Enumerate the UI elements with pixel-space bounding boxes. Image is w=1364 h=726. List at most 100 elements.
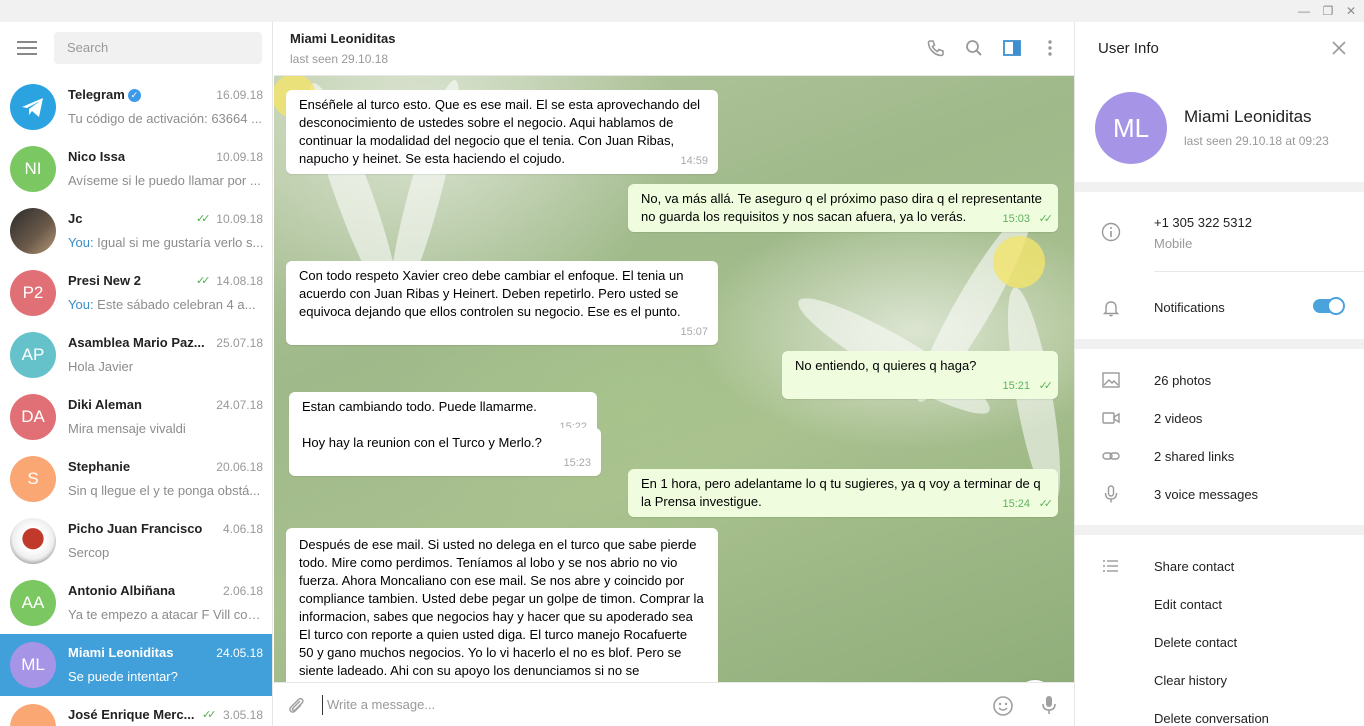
chat-name: Nico Issa [68, 149, 126, 164]
you-label: You: [68, 297, 94, 312]
divider [1075, 339, 1364, 349]
chat-date: 2.06.18 [222, 584, 263, 598]
chat-item[interactable]: AP Asamblea Mario Paz... 25.07.18 Hola J… [0, 324, 272, 386]
phone-number[interactable]: +1 305 322 5312 [1154, 215, 1252, 230]
edit-contact-button[interactable]: Edit contact [1154, 597, 1222, 612]
chat-preview: Sin q llegue el y te ponga obstá... [68, 483, 261, 498]
chat-name: Antonio Albiñana [68, 583, 176, 598]
restore-button[interactable]: ❐ [1320, 3, 1336, 19]
message-time: 15:24 [1002, 498, 1030, 510]
list-icon [1103, 560, 1118, 572]
avatar: AA [10, 580, 56, 626]
search-input[interactable]: Search [54, 32, 262, 64]
outgoing-message[interactable]: No entiendo, q quieres q haga? 15:21 ✓✓ [782, 351, 1058, 399]
chat-item[interactable]: Telegram ✓ 16.09.18 Tu código de activaci… [0, 76, 272, 138]
chat-item[interactable]: DA Diki Aleman 24.07.18 Mira mensaje viv… [0, 386, 272, 448]
outgoing-message[interactable]: En 1 hora, pero adelantame lo q tu sugie… [628, 469, 1058, 517]
microphone-icon[interactable] [1039, 694, 1059, 716]
attach-icon[interactable] [286, 695, 306, 715]
chat-name: Stephanie [68, 459, 131, 474]
double-check-icon: ✓✓ [196, 275, 211, 287]
chat-date: 4.06.18 [222, 522, 263, 536]
outgoing-message[interactable]: No, va más allá. Te aseguro q el próximo… [628, 184, 1058, 232]
chat-date: 10.09.18 [216, 212, 263, 226]
more-options-icon[interactable] [1040, 38, 1060, 58]
incoming-message[interactable]: Después de ese mail. Si usted no delega … [286, 528, 718, 682]
chat-item-active[interactable]: ML Miami Leoniditas 24.05.18 Se puede in… [0, 634, 272, 696]
profile-avatar[interactable]: ML [1095, 92, 1167, 164]
incoming-message[interactable]: Hoy hay la reunion con el Turco y Merlo.… [289, 428, 601, 476]
incoming-message[interactable]: Enséñele al turco esto. Que es ese mail.… [286, 90, 718, 174]
message-list[interactable]: Enséñele al turco esto. Que es ese mail.… [274, 76, 1074, 682]
window-titlebar: — ❐ ✕ [0, 0, 1364, 22]
message-time: 15:07 [680, 326, 708, 338]
chat-item[interactable]: S Stephanie 20.06.18 Sin q llegue el y t… [0, 448, 272, 510]
chat-date: 25.07.18 [216, 336, 263, 350]
chat-item[interactable]: José Enrique Merc... ✓✓ 3.05.18 [0, 696, 272, 726]
chat-preview: Sercop [68, 545, 110, 560]
panel-title: User Info [1098, 40, 1159, 57]
microphone-icon [1104, 485, 1118, 503]
voice-messages-link[interactable]: 3 voice messages [1154, 487, 1258, 502]
notifications-toggle[interactable] [1313, 297, 1345, 315]
double-check-icon: ✓✓ [1038, 498, 1054, 510]
chat-date: 3.05.18 [222, 708, 263, 722]
you-label: You: [68, 235, 94, 250]
minimize-button[interactable]: — [1296, 3, 1312, 19]
link-icon [1102, 452, 1120, 460]
avatar: S [10, 456, 56, 502]
chat-preview: Avíseme si le puedo llamar por ... [68, 173, 261, 188]
avatar: P2 [10, 270, 56, 316]
telegram-avatar [10, 84, 56, 130]
divider [1075, 182, 1364, 192]
chat-preview: Igual si me gustaría verlo s... [93, 235, 264, 250]
double-check-icon: ✓✓ [202, 709, 217, 721]
videos-link[interactable]: 2 videos [1154, 411, 1202, 426]
menu-icon[interactable] [17, 41, 37, 55]
close-window-button[interactable]: ✕ [1343, 3, 1359, 19]
toggle-knob [1327, 297, 1345, 315]
chat-status: last seen 29.10.18 [290, 52, 389, 66]
chat-title[interactable]: Miami Leoniditas [290, 31, 395, 46]
chat-item[interactable]: P2 Presi New 2 ✓✓ 14.08.18 You: Este sáb… [0, 262, 272, 324]
sidebar-toggle-icon[interactable] [1002, 38, 1022, 58]
message-text: Hoy hay la reunion con el Turco y Merlo.… [302, 435, 542, 450]
profile-name: Miami Leoniditas [1184, 107, 1312, 126]
delete-contact-button[interactable]: Delete contact [1154, 635, 1237, 650]
avatar: ML [10, 642, 56, 688]
incoming-message[interactable]: Con todo respeto Xavier creo debe cambia… [286, 261, 718, 345]
avatar: NI [10, 146, 56, 192]
shared-links-link[interactable]: 2 shared links [1154, 449, 1234, 464]
close-icon[interactable] [1331, 40, 1347, 56]
emoji-icon[interactable] [992, 695, 1014, 717]
message-time: 14:59 [680, 155, 708, 167]
chat-name: Picho Juan Francisco [68, 521, 203, 536]
photo-avatar [10, 704, 56, 726]
notifications-label: Notifications [1154, 300, 1225, 315]
chat-name: José Enrique Merc... [68, 707, 195, 722]
chat-item[interactable]: AA Antonio Albiñana 2.06.18 Ya te empezo… [0, 572, 272, 634]
chat-date: 10.09.18 [216, 150, 263, 164]
chat-name: Jc [68, 211, 83, 226]
chat-preview: Este sábado celebran 4 a... [93, 297, 256, 312]
chat-date: 16.09.18 [216, 88, 263, 102]
double-check-icon: ✓✓ [196, 213, 211, 225]
chat-item[interactable]: Picho Juan Francisco 4.06.18 Sercop [0, 510, 272, 572]
chat-name: Telegram [68, 87, 125, 102]
photos-link[interactable]: 26 photos [1154, 373, 1211, 388]
chat-item[interactable]: NI Nico Issa 10.09.18 Avíseme si le pued… [0, 138, 272, 200]
chat-date: 24.07.18 [216, 398, 263, 412]
message-input[interactable]: Write a message... [322, 695, 922, 715]
search-icon[interactable] [964, 38, 984, 58]
clear-history-button[interactable]: Clear history [1154, 673, 1227, 688]
avatar: DA [10, 394, 56, 440]
double-check-icon: ✓✓ [1038, 213, 1054, 225]
share-contact-button[interactable]: Share contact [1154, 559, 1234, 574]
delete-conversation-button[interactable]: Delete conversation [1154, 711, 1269, 726]
message-time: 15:03 [1002, 213, 1030, 225]
phone-icon[interactable] [926, 38, 946, 58]
chat-item[interactable]: Jc ✓✓ 10.09.18 You: Igual si me gustaría… [0, 200, 272, 262]
telegram-plane-icon [22, 98, 43, 117]
chat-preview: Tu código de activación: 63664 ... [68, 111, 262, 126]
message-text: Con todo respeto Xavier creo debe cambia… [299, 268, 684, 319]
